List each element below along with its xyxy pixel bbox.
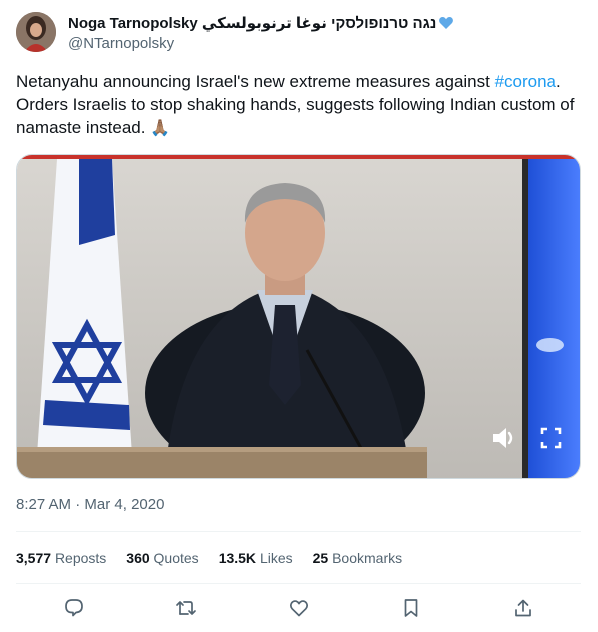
- fullscreen-icon: [540, 427, 562, 449]
- likes-stat[interactable]: 13.5K Likes: [219, 550, 293, 566]
- avatar[interactable]: [16, 12, 56, 52]
- reply-button[interactable]: [59, 593, 89, 623]
- tweet-timestamp[interactable]: 8:27 AM · Mar 4, 2020: [16, 496, 164, 513]
- like-button[interactable]: [284, 593, 314, 623]
- tweet-date[interactable]: Mar 4, 2020: [84, 496, 164, 513]
- author-display-name[interactable]: Noga Tarnopolsky נגה טרנופולסקי نوغا ترن…: [68, 14, 436, 32]
- video-player[interactable]: [16, 154, 581, 479]
- reposts-count: 3,577: [16, 550, 52, 566]
- reply-icon: [65, 599, 83, 617]
- tweet-stats: 3,577 Reposts 360 Quotes 13.5K Likes 25 …: [16, 550, 422, 566]
- action-bar: [16, 593, 581, 623]
- quotes-label: Quotes: [153, 550, 199, 566]
- praying-hands-emoji: 🙏🏽: [150, 120, 171, 137]
- divider: [16, 583, 581, 584]
- volume-button[interactable]: [489, 423, 519, 453]
- fullscreen-button[interactable]: [536, 423, 566, 453]
- tweet-text: Netanyahu announcing Israel's new extrem…: [16, 70, 581, 140]
- bookmarks-label: Bookmarks: [332, 550, 403, 566]
- tweet-text-start: Netanyahu announcing Israel's new extrem…: [16, 72, 495, 91]
- volume-icon: [493, 428, 513, 448]
- quotes-stat[interactable]: 360 Quotes: [126, 550, 198, 566]
- share-button[interactable]: [508, 593, 538, 623]
- quotes-count: 360: [126, 550, 150, 566]
- hashtag-link[interactable]: #corona: [495, 72, 556, 91]
- likes-count: 13.5K: [218, 550, 257, 566]
- bookmarks-stat[interactable]: 25 Bookmarks: [313, 550, 403, 566]
- share-icon: [515, 599, 531, 617]
- bookmark-button[interactable]: [396, 593, 426, 623]
- divider: [16, 531, 581, 532]
- reposts-label: Reposts: [54, 550, 107, 566]
- like-icon: [289, 600, 309, 617]
- timestamp-separator: ·: [71, 496, 85, 513]
- tweet-time[interactable]: 8:27 AM: [16, 496, 71, 513]
- likes-label: Likes: [259, 550, 293, 566]
- repost-icon: [176, 601, 196, 615]
- blue-heart-icon: [438, 15, 454, 31]
- reposts-stat[interactable]: 3,577 Reposts: [16, 550, 106, 566]
- repost-button[interactable]: [171, 593, 201, 623]
- bookmarks-count: 25: [312, 550, 329, 566]
- bookmark-icon: [404, 599, 418, 617]
- author-handle[interactable]: @NTarnopolsky: [68, 35, 174, 52]
